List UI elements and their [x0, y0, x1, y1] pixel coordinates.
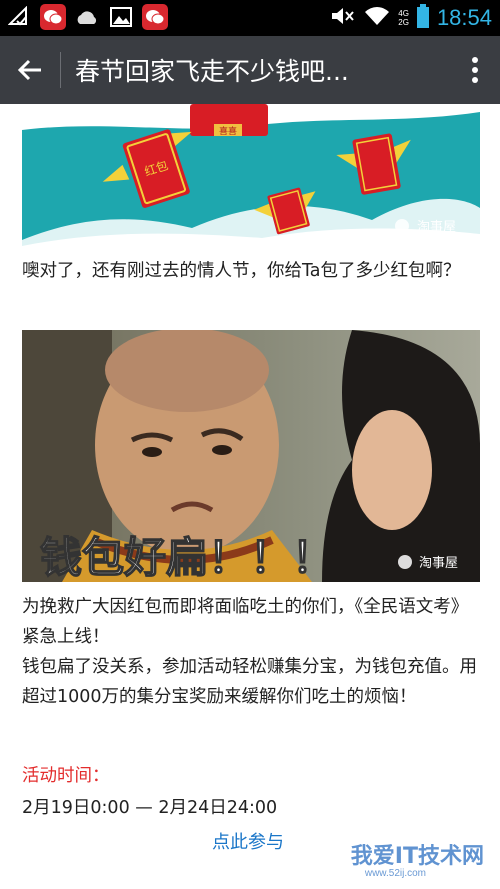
mute-icon	[330, 5, 356, 31]
more-vert-icon	[472, 57, 478, 83]
arrow-left-icon	[17, 59, 41, 81]
wifi-icon	[364, 6, 390, 30]
join-link[interactable]: 点此参与	[212, 828, 284, 854]
network-type-label: 4G	[398, 9, 409, 18]
activity-time-label: 活动时间：	[22, 766, 110, 786]
watermark-text: 淘事屋	[417, 220, 456, 235]
watermark-text: 淘事屋	[419, 556, 458, 571]
wechat-icon	[40, 4, 66, 30]
battery-icon	[416, 4, 429, 32]
watermark-logo: 淘事屋	[395, 219, 456, 235]
more-menu-button[interactable]	[450, 36, 500, 104]
paragraph: 噢对了，还有刚过去的情人节，你给Ta包了多少红包啊？	[22, 261, 461, 281]
signal-check-icon	[6, 4, 32, 30]
paragraph: 为挽救广大因红包而即将面临吃土的你们，《全民语文考》紧急上线！	[22, 597, 469, 647]
meme-caption: 钱包好扁！！！	[40, 533, 334, 582]
envelope-badge-text: 喜喜	[219, 125, 237, 137]
signal-icon: 4G 2G	[398, 9, 409, 27]
title-bar: 春节回家飞走不少钱吧...	[0, 36, 500, 104]
back-button[interactable]	[0, 36, 60, 104]
paragraph: 钱包扁了没关系，参加活动轻松赚集分宝，为钱包充值。用超过1000万的集分宝奖励来…	[22, 657, 477, 707]
activity-dates: 2月19日0:00 — 2月24日24:00	[22, 798, 278, 818]
image-icon	[108, 4, 134, 30]
wechat-icon	[142, 4, 168, 30]
watermark-logo: 淘事屋	[398, 555, 458, 571]
page-title: 春节回家飞走不少钱吧...	[75, 57, 349, 86]
site-watermark: 我爱IT技术网	[350, 844, 484, 869]
network-type-label: 2G	[398, 18, 409, 27]
status-bar: 4G 2G 18:54	[0, 0, 500, 36]
status-time: 18:54	[436, 5, 492, 30]
cloud-icon	[74, 4, 100, 30]
site-watermark-url: www.52ij.com	[364, 868, 426, 879]
red-envelope-image: 喜喜 红包 淘事屋	[22, 104, 480, 246]
meme-image: 钱包好扁！！！ 淘事屋	[22, 330, 480, 582]
